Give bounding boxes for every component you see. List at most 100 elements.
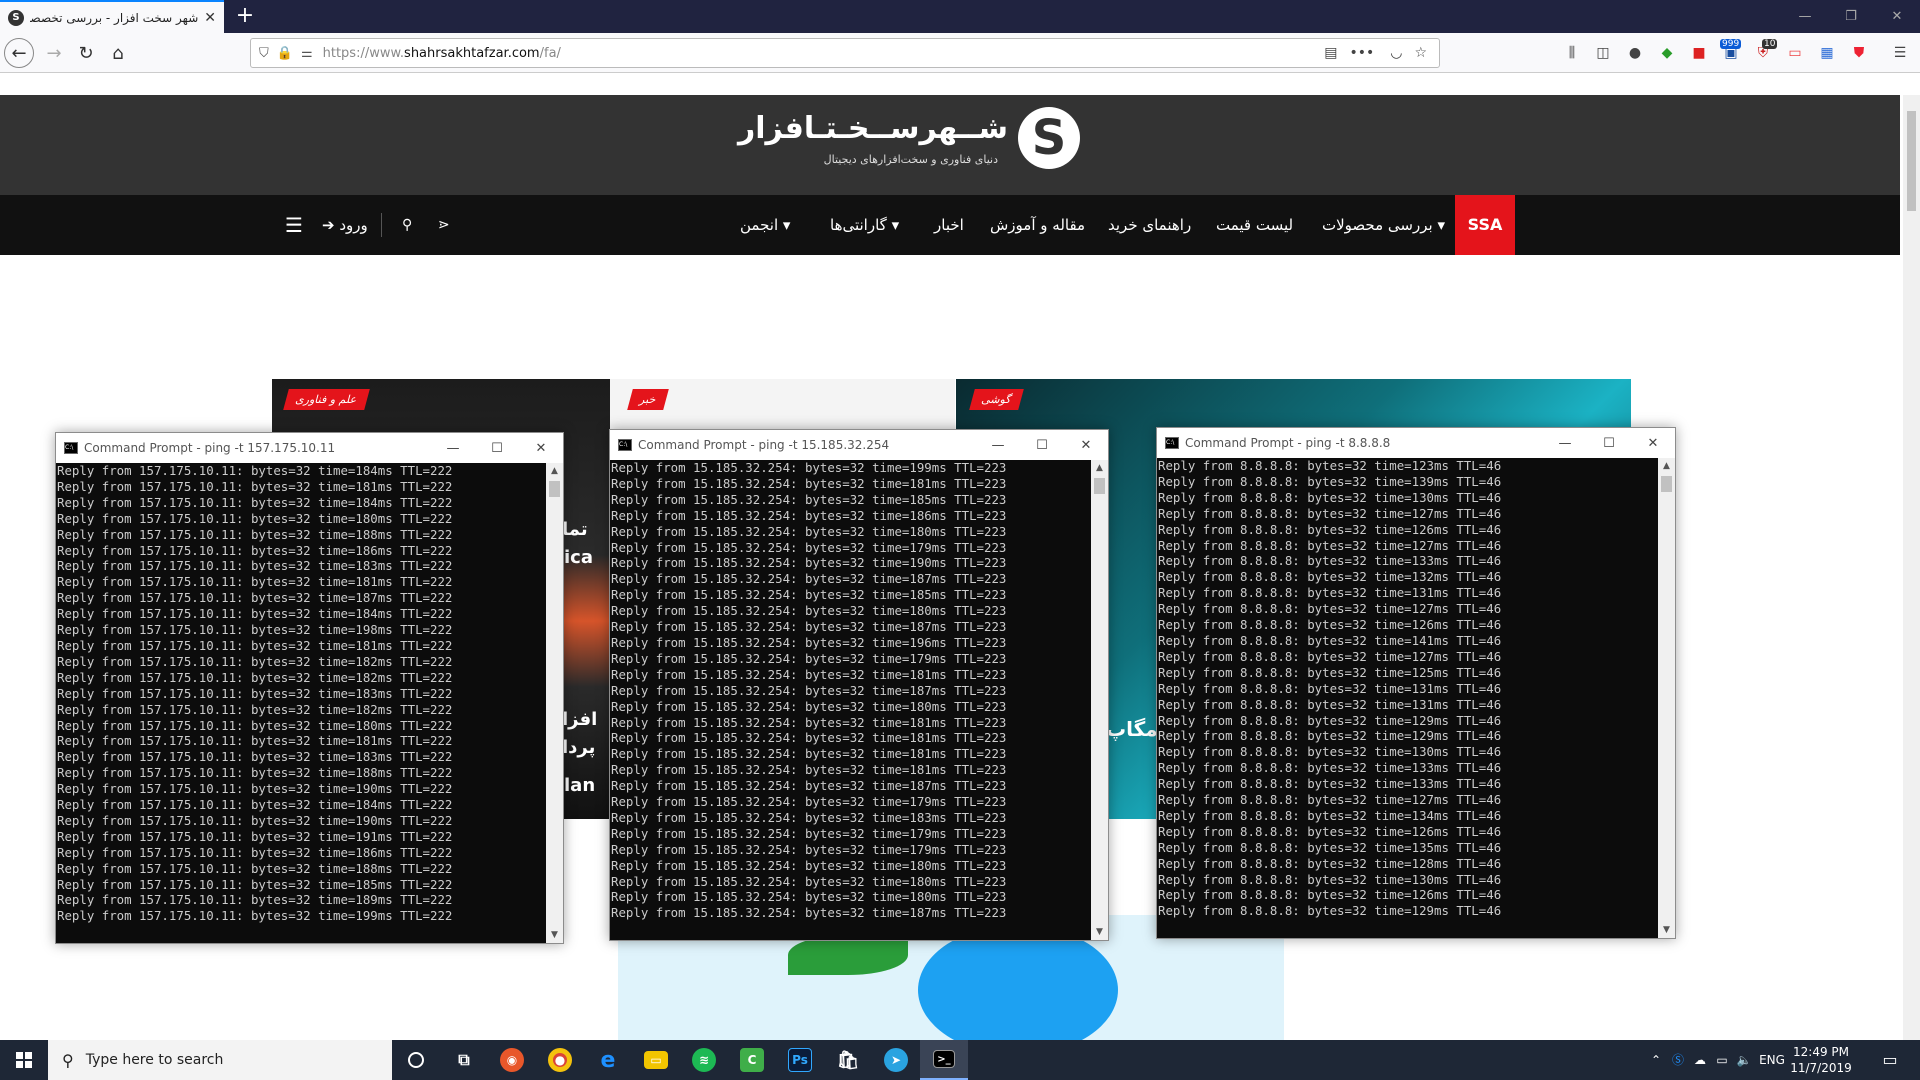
menu-news[interactable]: اخبار — [934, 195, 964, 255]
window-titlebar[interactable]: C:\ Command Prompt - ping -t 15.185.32.2… — [610, 430, 1108, 460]
command-prompt-window[interactable]: C:\ Command Prompt - ping -t 15.185.32.2… — [609, 429, 1109, 941]
site-logo[interactable]: S شــهرســخـتـافزار دنیای فناوری و سخت‌ا… — [738, 107, 1080, 177]
taskbar-search[interactable]: ⚲ Type here to search — [48, 1040, 392, 1080]
menu-products[interactable]: ▾ بررسی محصولات — [1322, 195, 1445, 255]
scroll-down-icon[interactable]: ▼ — [1658, 922, 1675, 938]
scrollbar-thumb[interactable] — [1094, 478, 1105, 494]
console-output[interactable]: Reply from 15.185.32.254: bytes=32 time=… — [610, 460, 1091, 940]
maximize-button[interactable]: ☐ — [1587, 436, 1631, 451]
task-view-button[interactable]: ⧉ — [440, 1040, 488, 1080]
extension-translate-icon[interactable]: ▦ — [1817, 43, 1837, 63]
command-prompt-window[interactable]: C:\ Command Prompt - ping -t 8.8.8.8 — ☐… — [1156, 427, 1676, 939]
restore-window-button[interactable]: ❐ — [1828, 0, 1874, 33]
scrollbar-thumb[interactable] — [1661, 476, 1672, 492]
extension-screenshot-icon[interactable]: ▭ — [1785, 43, 1805, 63]
extension-green-icon[interactable]: ◆ — [1657, 43, 1677, 63]
close-tab-icon[interactable]: ✕ — [204, 10, 216, 26]
menu-prices[interactable]: لیست قیمت — [1216, 195, 1293, 255]
minimize-window-button[interactable]: — — [1782, 0, 1828, 33]
close-button[interactable]: ✕ — [1064, 438, 1108, 453]
menu-articles[interactable]: مقاله و آموزش — [990, 195, 1085, 255]
url-text[interactable]: https://www.shahrsakhtafzar.com/fa/ — [323, 46, 1325, 61]
hamburger-menu-icon[interactable]: ☰ — [1890, 43, 1910, 63]
tracking-protection-icon[interactable]: ⛉ — [259, 46, 269, 61]
maximize-button[interactable]: ☐ — [1020, 438, 1064, 453]
menu-forum[interactable]: ▾ انجمن — [740, 195, 790, 255]
menu-warranty[interactable]: ▾ گارانتی‌ها — [830, 195, 899, 255]
minimize-button[interactable]: — — [431, 441, 475, 456]
search-icon[interactable]: ⚲ — [402, 195, 412, 255]
cortana-button[interactable] — [392, 1040, 440, 1080]
language-indicator[interactable]: ENG — [1758, 1040, 1786, 1080]
firefox-taskbar-icon[interactable]: ◉ — [488, 1040, 536, 1080]
spotify-taskbar-icon[interactable]: ≋ — [680, 1040, 728, 1080]
scroll-up-icon[interactable]: ▲ — [1091, 460, 1108, 476]
console-scrollbar[interactable]: ▲ ▼ — [1091, 460, 1108, 940]
scroll-up-icon[interactable]: ▲ — [1658, 458, 1675, 474]
maximize-button[interactable]: ☐ — [475, 441, 519, 456]
extension-ublock-icon[interactable]: ⛊ — [1849, 43, 1869, 63]
page-scrollbar-thumb[interactable] — [1907, 111, 1916, 211]
menu-buy-guide[interactable]: راهنمای خرید — [1108, 195, 1191, 255]
pocket-icon[interactable]: ◡ — [1390, 45, 1402, 61]
command-prompt-window[interactable]: C:\ Command Prompt - ping -t 157.175.10.… — [55, 432, 564, 944]
close-button[interactable]: ✕ — [1631, 436, 1675, 451]
share-icon[interactable]: ⋖ — [438, 195, 450, 255]
scroll-up-icon[interactable]: ▲ — [546, 463, 563, 479]
onedrive-tray-icon[interactable]: ☁ — [1690, 1040, 1710, 1080]
scrollbar-thumb[interactable] — [549, 481, 560, 497]
minimize-button[interactable]: — — [976, 438, 1020, 453]
library-icon[interactable]: ⫼ — [1562, 43, 1582, 63]
chrome-taskbar-icon[interactable]: ● — [536, 1040, 584, 1080]
window-titlebar[interactable]: C:\ Command Prompt - ping -t 157.175.10.… — [56, 433, 563, 463]
store-taskbar-icon[interactable]: 🛍 — [824, 1040, 872, 1080]
home-button[interactable]: ⌂ — [104, 39, 132, 67]
menu-ssa[interactable]: SSA — [1455, 195, 1515, 255]
bookmark-star-icon[interactable]: ☆ — [1414, 45, 1427, 61]
hamburger-site-menu-icon[interactable]: ☰ — [285, 195, 303, 255]
account-icon[interactable]: ● — [1625, 43, 1645, 63]
photoshop-taskbar-icon[interactable]: Ps — [776, 1040, 824, 1080]
lock-icon[interactable]: 🔒 — [277, 46, 293, 61]
console-output[interactable]: Reply from 157.175.10.11: bytes=32 time=… — [56, 463, 546, 943]
ping-reply-line: Reply from 8.8.8.8: bytes=32 time=130ms … — [1158, 744, 1502, 760]
browser-tab-active[interactable]: S شهر سخت افزار - بررسی تخصصی ✕ — [0, 0, 224, 33]
permissions-icon[interactable]: ⚌ — [301, 46, 313, 61]
page-actions-icon[interactable]: ••• — [1349, 45, 1374, 61]
console-output[interactable]: Reply from 8.8.8.8: bytes=32 time=123ms … — [1157, 458, 1658, 938]
extension-red-icon[interactable]: ■ — [1689, 43, 1709, 63]
reload-button[interactable]: ↻ — [72, 39, 100, 67]
tag-phone: گوشی — [969, 389, 1025, 410]
edge-taskbar-icon[interactable]: e — [584, 1040, 632, 1080]
skype-tray-icon[interactable]: Ⓢ — [1668, 1040, 1688, 1080]
file-explorer-taskbar-icon[interactable]: ▭ — [632, 1040, 680, 1080]
ping-reply-line: Reply from 15.185.32.254: bytes=32 time=… — [611, 507, 1007, 523]
window-titlebar[interactable]: C:\ Command Prompt - ping -t 8.8.8.8 — ☐… — [1157, 428, 1675, 458]
console-scrollbar[interactable]: ▲ ▼ — [1658, 458, 1675, 938]
ping-reply-line: Reply from 15.185.32.254: bytes=32 time=… — [611, 587, 1007, 603]
page-scrollbar[interactable] — [1903, 95, 1920, 1040]
new-tab-button[interactable]: + — [232, 4, 258, 30]
console-scrollbar[interactable]: ▲ ▼ — [546, 463, 563, 943]
menu-login[interactable]: ورود ➔ — [322, 195, 368, 255]
ping-reply-line: Reply from 157.175.10.11: bytes=32 time=… — [57, 574, 453, 590]
command-prompt-taskbar-icon[interactable]: >_ — [920, 1040, 968, 1080]
network-tray-icon[interactable]: ▭ — [1712, 1040, 1732, 1080]
reader-view-icon[interactable]: ▤ — [1324, 45, 1337, 61]
forward-button[interactable]: → — [40, 39, 68, 67]
sidebar-icon[interactable]: ◫ — [1593, 43, 1613, 63]
show-hidden-icons-icon[interactable]: ⌃ — [1646, 1040, 1666, 1080]
back-button[interactable]: ← — [4, 38, 34, 68]
close-window-button[interactable]: ✕ — [1874, 0, 1920, 33]
start-button[interactable] — [0, 1040, 48, 1080]
clock[interactable]: 12:49 PM 11/7/2019 — [1786, 1044, 1856, 1076]
scroll-down-icon[interactable]: ▼ — [1091, 924, 1108, 940]
volume-tray-icon[interactable]: 🔈 — [1734, 1040, 1754, 1080]
close-button[interactable]: ✕ — [519, 441, 563, 456]
minimize-button[interactable]: — — [1543, 436, 1587, 451]
scroll-down-icon[interactable]: ▼ — [546, 927, 563, 943]
url-bar[interactable]: ⛉ 🔒 ⚌ https://www.shahrsakhtafzar.com/fa… — [250, 38, 1440, 68]
action-center-icon[interactable]: ▭ — [1870, 1040, 1910, 1080]
camtasia-taskbar-icon[interactable]: C — [728, 1040, 776, 1080]
telegram-taskbar-icon[interactable]: ➤ — [872, 1040, 920, 1080]
